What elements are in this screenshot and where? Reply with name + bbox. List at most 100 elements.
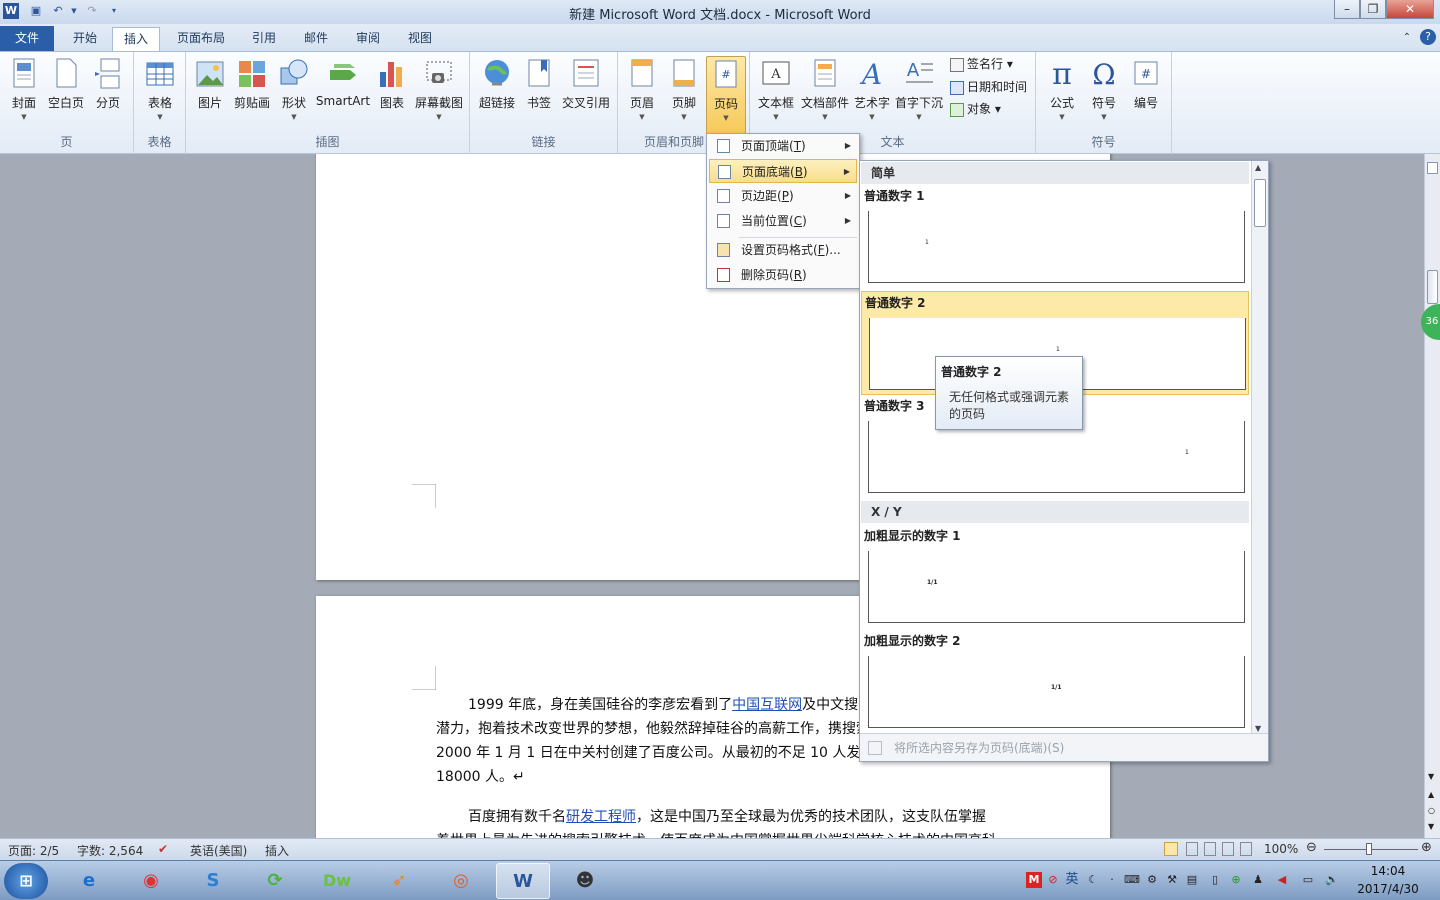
tray-block-icon[interactable]: ⊘ <box>1045 872 1061 888</box>
chart-button[interactable]: 图表 <box>374 56 410 126</box>
vertical-scrollbar[interactable]: 36 ▼ ▲ ○ ▼ <box>1421 154 1440 838</box>
minimize-button[interactable]: – <box>1334 0 1360 19</box>
ruler-toggle-icon[interactable] <box>1427 162 1438 174</box>
tray-plus-icon[interactable]: ⊕ <box>1228 872 1244 888</box>
numbering-button[interactable]: # 编号 <box>1126 56 1166 126</box>
word-count[interactable]: 字数: 2,564 <box>77 842 143 859</box>
green-app-taskbar-icon[interactable]: ⟳ <box>248 863 302 899</box>
page-number-button[interactable]: # 页码 ▼ <box>706 56 746 134</box>
blank-page-button[interactable]: 空白页 <box>46 56 86 126</box>
zoom-slider-thumb[interactable] <box>1366 843 1372 855</box>
menu-item-page-margins[interactable]: 页边距(P) ▶ <box>709 184 857 208</box>
start-button[interactable]: ⊞ <box>4 863 48 899</box>
save-selection-to-gallery[interactable]: 将所选内容另存为页码(底端)(S) <box>860 733 1268 761</box>
wordart-button[interactable]: A 艺术字 ▼ <box>852 56 892 126</box>
picture-button[interactable]: 图片 <box>192 56 228 126</box>
floating-widget-icon[interactable]: 36 <box>1421 304 1440 340</box>
help-icon[interactable]: ? <box>1420 29 1436 45</box>
avatar-app-taskbar-icon[interactable]: ☻ <box>558 863 612 899</box>
equation-button[interactable]: π 公式 ▼ <box>1042 56 1082 126</box>
restore-button[interactable]: ❐ <box>1360 0 1386 19</box>
scroll-down-arrow-icon[interactable]: ▼ <box>1255 724 1261 733</box>
hyperlink-text[interactable]: 研发工程师 <box>566 809 636 825</box>
tray-shirt-icon[interactable]: ⚙ <box>1144 872 1160 888</box>
footer-button[interactable]: 页脚 ▼ <box>664 56 704 126</box>
select-browse-object-icon[interactable]: ○ <box>1428 806 1435 815</box>
tab-mailings[interactable]: 邮件 <box>292 27 340 51</box>
gallery-item-plain-number-1[interactable]: 普通数字 1 1 <box>861 185 1249 289</box>
tab-references[interactable]: 引用 <box>240 27 288 51</box>
tray-moon-icon[interactable]: ☾ <box>1085 872 1101 888</box>
scroll-up-arrow-icon[interactable]: ▲ <box>1255 163 1261 172</box>
gallery-item-bold-number-1[interactable]: 加粗显示的数字 1 1/1 <box>861 525 1249 629</box>
ime-language-indicator[interactable]: 英 <box>1064 872 1080 888</box>
next-page-icon[interactable]: ▼ <box>1428 822 1434 831</box>
clipart-button[interactable]: 剪贴画 <box>230 56 274 126</box>
firefox-taskbar-icon[interactable]: ◎ <box>434 863 488 899</box>
dropcap-button[interactable]: A 首字下沉 ▼ <box>894 56 944 126</box>
table-button[interactable]: 表格 ▼ <box>140 56 180 126</box>
tray-tools-icon[interactable]: ⚒ <box>1164 872 1180 888</box>
tray-keyboard-icon[interactable]: ⌨ <box>1124 872 1140 888</box>
tab-file[interactable]: 文件 <box>0 26 54 51</box>
ie-taskbar-icon[interactable]: e <box>62 863 116 899</box>
full-screen-reading-icon[interactable] <box>1186 842 1198 856</box>
web-layout-icon[interactable] <box>1204 842 1216 856</box>
object-button[interactable]: 对象 ▾ <box>950 99 1001 119</box>
volume-icon[interactable]: 🔈 <box>1324 872 1340 888</box>
screenshot-button[interactable]: 屏幕截图 ▼ <box>412 56 466 126</box>
signature-line-button[interactable]: 签名行 ▾ <box>950 54 1013 74</box>
close-button[interactable]: ✕ <box>1386 0 1434 19</box>
print-layout-view-icon[interactable] <box>1164 842 1178 856</box>
gallery-scrollbar[interactable]: ▲ ▼ <box>1251 161 1268 735</box>
zoom-level[interactable]: 100% <box>1264 842 1298 856</box>
tray-arrow-icon[interactable]: ◀ <box>1274 872 1290 888</box>
outline-view-icon[interactable] <box>1222 842 1234 856</box>
menu-item-current-position[interactable]: 当前位置(C) ▶ <box>709 209 857 233</box>
quick-parts-button[interactable]: 文档部件 ▼ <box>800 56 850 126</box>
bookmark-button[interactable]: 书签 <box>522 56 556 126</box>
tray-qq-icon[interactable]: ♟ <box>1250 872 1266 888</box>
menu-item-top-of-page[interactable]: 页面顶端(T) ▶ <box>709 134 857 158</box>
hyperlink-text[interactable]: 中国互联网 <box>732 697 802 713</box>
header-button[interactable]: 页眉 ▼ <box>622 56 662 126</box>
symbol-button[interactable]: Ω 符号 ▼ <box>1084 56 1124 126</box>
hyperlink-button[interactable]: 超链接 <box>474 56 520 126</box>
previous-page-icon[interactable]: ▲ <box>1428 790 1434 799</box>
date-time-button[interactable]: 日期和时间 <box>950 77 1027 97</box>
scroll-down-arrow-icon[interactable]: ▼ <box>1428 772 1434 781</box>
tab-home[interactable]: 开始 <box>60 27 110 51</box>
network-icon[interactable]: ▭ <box>1300 872 1316 888</box>
draft-view-icon[interactable] <box>1240 842 1252 856</box>
sogou-taskbar-icon[interactable]: S <box>186 863 240 899</box>
language-status[interactable]: 英语(美国) <box>190 842 247 859</box>
menu-item-remove-page-numbers[interactable]: 删除页码(R) <box>709 263 857 287</box>
page-count[interactable]: 页面: 2/5 <box>8 842 59 859</box>
clock-time[interactable]: 14:04 <box>1356 864 1420 878</box>
tab-view[interactable]: 视图 <box>396 27 444 51</box>
gallery-item-bold-number-2[interactable]: 加粗显示的数字 2 1/1 <box>861 630 1249 734</box>
tab-insert[interactable]: 插入 <box>112 27 160 51</box>
proofing-icon[interactable]: ✔ <box>158 842 168 856</box>
tray-dot-icon[interactable]: · <box>1104 872 1120 888</box>
minimize-ribbon-icon[interactable]: ⌃ <box>1400 27 1414 51</box>
tray-m-icon[interactable]: M <box>1026 872 1042 888</box>
tray-phone-icon[interactable]: ▯ <box>1207 872 1223 888</box>
menu-item-format-page-numbers[interactable]: 设置页码格式(F)... <box>709 238 857 262</box>
page-break-button[interactable]: 分页 <box>88 56 128 126</box>
dreamweaver-taskbar-icon[interactable]: Dw <box>310 863 364 899</box>
orange-app-taskbar-icon[interactable]: ➶ <box>372 863 426 899</box>
tray-doc-icon[interactable]: ▤ <box>1184 872 1200 888</box>
cross-reference-button[interactable]: 交叉引用 <box>558 56 614 126</box>
tab-page-layout[interactable]: 页面布局 <box>166 27 236 51</box>
menu-item-bottom-of-page[interactable]: 页面底端(B) ▶ <box>709 159 857 183</box>
insert-mode-status[interactable]: 插入 <box>265 842 289 859</box>
tab-review[interactable]: 审阅 <box>344 27 392 51</box>
scroll-thumb[interactable] <box>1427 270 1438 304</box>
word-taskbar-icon[interactable]: W <box>496 863 550 899</box>
shapes-button[interactable]: 形状 ▼ <box>276 56 312 126</box>
clock-date[interactable]: 2017/4/30 <box>1352 882 1424 896</box>
smartart-button[interactable]: SmartArt <box>314 56 372 126</box>
cover-page-button[interactable]: 封面 ▼ <box>4 56 44 126</box>
textbox-button[interactable]: A 文本框 ▼ <box>756 56 796 126</box>
